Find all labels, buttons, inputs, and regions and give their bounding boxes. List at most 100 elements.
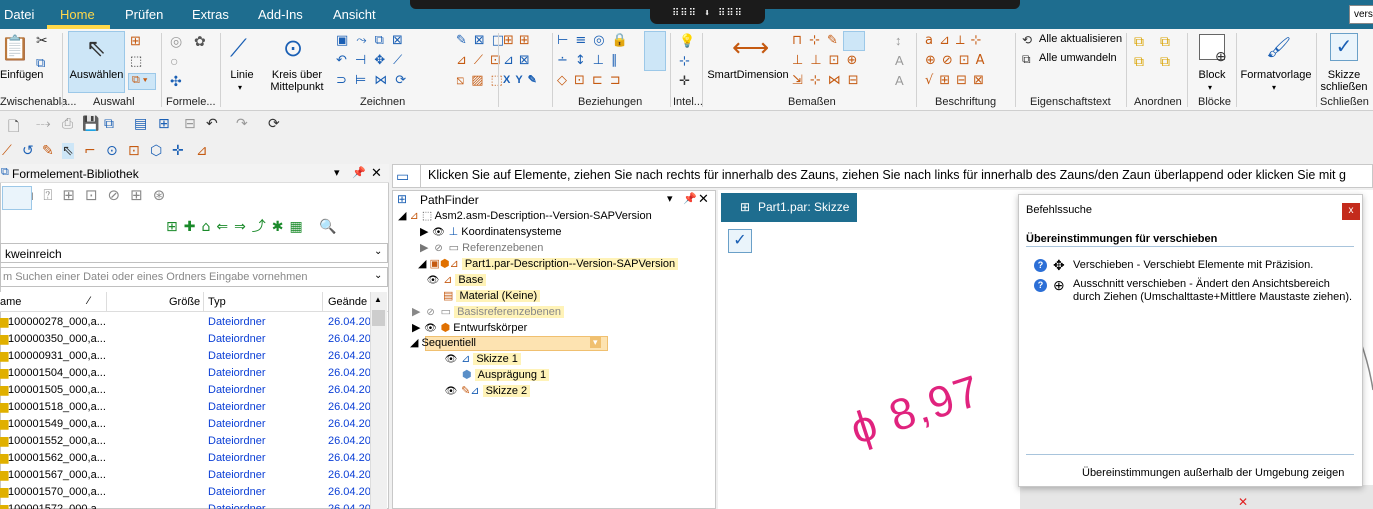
sketch-rect-icon[interactable]: ⊡ [128, 143, 140, 159]
menu-pruefen[interactable]: Prüfen [125, 7, 163, 22]
sort-icon[interactable]: ⁄ [88, 295, 90, 307]
dimension-style-icon[interactable]: A [895, 53, 904, 68]
block-dropdown-icon[interactable]: ▾ [1208, 83, 1212, 92]
relation-tools-row2[interactable]: ⊿⊠ [503, 53, 548, 68]
block-button[interactable]: Block [1192, 69, 1232, 81]
fence-select-icon[interactable]: ⬚ [130, 53, 142, 69]
collapse-icon[interactable]: ▶ [412, 322, 420, 334]
collapse-icon[interactable]: ▶ [412, 306, 420, 318]
tree-auspraegung1[interactable]: ⬢ Ausprägung 1 [462, 368, 550, 384]
paste-button[interactable]: Einfügen [0, 69, 43, 81]
pathfinder-pin-icon[interactable]: 📌 [683, 192, 697, 205]
collapse-icon[interactable]: ▶ [420, 226, 428, 238]
tree-skizze1[interactable]: 👁 ⊿ Skizze 1 [444, 352, 521, 368]
pathfinder-dropdown-icon[interactable]: ▾ [667, 192, 673, 205]
smartdimension-button[interactable]: SmartDimension [706, 69, 790, 81]
table-row[interactable]: ▆ 100001562_000,a... Dateiordner 26.04.20 [0, 450, 370, 467]
menu-ansicht[interactable]: Ansicht [333, 7, 376, 22]
panel-close-icon[interactable]: ✕ [371, 165, 382, 181]
sketch-edit-icon[interactable]: ✎ [42, 143, 54, 159]
table-row[interactable]: ▆ 100001549_000,a... Dateiordner 26.04.20 [0, 416, 370, 433]
table-row[interactable]: ▆ 100000350_000,a... Dateiordner 26.04.20 [0, 331, 370, 348]
library-view-active[interactable] [2, 186, 32, 210]
sketch-hexagon-icon[interactable]: ⬡ [150, 143, 162, 159]
feature-circle-icon[interactable]: ◎ [170, 33, 182, 50]
folder-select[interactable]: kweinreich [0, 243, 388, 263]
eye-icon[interactable]: 👁 [444, 352, 458, 367]
intellisketch-options-icon[interactable]: ⊹ [679, 53, 690, 69]
col-changed[interactable]: Geände [328, 296, 367, 308]
annotation-tools-row3[interactable]: √⊞⊟⊠ [925, 73, 1010, 88]
dimension-tools-row3[interactable]: ⇲⊹⋈⊟ [792, 73, 882, 88]
send-backward-icon[interactable]: ⧉ [1160, 53, 1170, 70]
close-sketch-button[interactable]: Skizze schließen [1318, 69, 1370, 93]
dimension-tools-row1[interactable]: ⊓⊹✎⤫ [792, 33, 882, 48]
intellisketch-icon[interactable]: 💡 [679, 33, 695, 49]
tree-material[interactable]: ▤ Material (Keine) [443, 289, 541, 305]
new-file-icon[interactable]: 🗋 [8, 116, 19, 140]
tree-entwurfskoerper[interactable]: ▶ 👁 ⬢ Entwurfskörper [412, 321, 527, 337]
table-row[interactable]: ▆ 100000278_000,a... Dateiordner 26.04.20 [0, 314, 370, 331]
formatvorlage-dropdown-icon[interactable]: ▾ [1272, 83, 1276, 92]
cut-icon[interactable]: ✂ [36, 32, 48, 49]
relations-row3[interactable]: ◇⊡⊏⊐ [557, 73, 647, 88]
eye-icon[interactable]: 👁 [426, 273, 440, 288]
relations-row1[interactable]: ⊢≡◎🔒 [557, 33, 647, 48]
tree-referenzebenen[interactable]: ▶ ⊘ ▭ Referenzebenen [420, 241, 543, 257]
tree-part[interactable]: ◢ ▣⬢⊿ Part1.par-Description--Version-SAP… [418, 257, 679, 273]
tree-koordinatensysteme[interactable]: ▶ 👁 ⊥ Koordinatensysteme [420, 225, 562, 241]
col-type[interactable]: Typ [208, 296, 226, 308]
line-button[interactable]: Linie [226, 69, 258, 81]
library-view-toolbar[interactable]: ⧉⧉⍰⊞⊡⊘⊞⊛ [0, 186, 270, 208]
formatvorlage-button[interactable]: Formatvorlage [1240, 69, 1312, 81]
dimension-tools-row2[interactable]: ⊥⊥⊡⊕ [792, 53, 882, 68]
open-file-icon[interactable]: ⤏ [36, 116, 51, 132]
select-tool-icon[interactable]: ⊞ [130, 33, 141, 49]
eye-icon[interactable]: 👁 [432, 225, 446, 240]
table-row[interactable]: ▆ 100000931_000,a... Dateiordner 26.04.20 [0, 348, 370, 365]
table-row[interactable]: ▆ 100001518_000,a... Dateiordner 26.04.20 [0, 399, 370, 416]
expand-icon[interactable]: ◢ [410, 337, 418, 349]
menu-home[interactable]: Home [60, 7, 95, 22]
sketch-line-icon[interactable]: ⟋ [2, 143, 12, 159]
properties-icon[interactable]: ▤ [134, 116, 147, 132]
line-dropdown-icon[interactable]: ▾ [238, 83, 242, 92]
col-name[interactable]: ame [0, 296, 21, 308]
command-search-footer-link[interactable]: Übereinstimmungen außerhalb der Umgebung… [1082, 467, 1344, 479]
command-result-verschieben[interactable]: Verschieben - Verschiebt Elemente mit Pr… [1073, 259, 1313, 271]
panel-dropdown-icon[interactable]: ▾ [334, 166, 340, 179]
sketch-point-icon[interactable]: ✛ [172, 143, 184, 159]
close-sketch-quick-icon[interactable]: ✓ [728, 229, 752, 253]
tree-basisreferenzebenen[interactable]: ▶ ⊘ ▭ Basisreferenzebenen [412, 305, 565, 321]
eye-icon[interactable]: 👁 [424, 321, 438, 336]
pathfinder-close-icon[interactable]: ✕ [698, 191, 709, 207]
tree-sequentiell[interactable]: ◢ Sequentiell [410, 336, 476, 352]
print-icon[interactable]: ⎙ [62, 116, 73, 132]
sketch-dimension-icon[interactable]: ⊿ [196, 143, 208, 159]
table-row[interactable]: ▆ 100001505_000,a... Dateiordner 26.04.20 [0, 382, 370, 399]
command-bar-toggle[interactable]: ⠿⠿⠿ ⬇ ⠿⠿⠿ [650, 5, 765, 24]
tree-skizze2[interactable]: 👁 ✎⊿ Skizze 2 [444, 384, 531, 400]
table-row[interactable]: ▆ 100001572_000,a... Dateiordner 26.04.20 [0, 501, 370, 509]
sketch-select-icon[interactable]: ⇖ [62, 143, 74, 159]
sketch-undo-icon[interactable]: ↺ [22, 143, 34, 159]
bring-to-front-icon[interactable]: ⧉ [1134, 33, 1144, 50]
bring-forward-icon[interactable]: ⧉ [1160, 33, 1170, 50]
scroll-up-icon[interactable]: ▲ [374, 295, 382, 304]
save-as-icon[interactable]: ⧉ [104, 116, 114, 132]
feature-pattern-icon[interactable]: ✣ [170, 73, 182, 90]
rotate-icon[interactable]: ⟳ [268, 116, 280, 132]
copy-icon[interactable]: ⧉ [36, 55, 45, 71]
menu-add-ins[interactable]: Add-Ins [258, 7, 303, 22]
table-row[interactable]: ▆ 100001504_000,a... Dateiordner 26.04.20 [0, 365, 370, 382]
menu-datei[interactable]: Datei [4, 7, 34, 22]
col-size[interactable]: Größe [169, 296, 200, 308]
library-search-chevron-icon[interactable]: ⌄ [374, 270, 382, 281]
eye-icon[interactable]: 👁 [444, 384, 458, 399]
tree-base[interactable]: 👁 ⊿ Base [426, 273, 487, 289]
relation-tools-row1[interactable]: ⊞⊞ [503, 33, 548, 48]
sketch-corner-icon[interactable]: ⌐ [84, 143, 96, 159]
redo-icon[interactable]: ↷ [236, 116, 248, 132]
annotation-tools-row1[interactable]: a⊿⟂⊹ [925, 33, 1010, 48]
save-icon[interactable]: 💾 [82, 116, 99, 132]
